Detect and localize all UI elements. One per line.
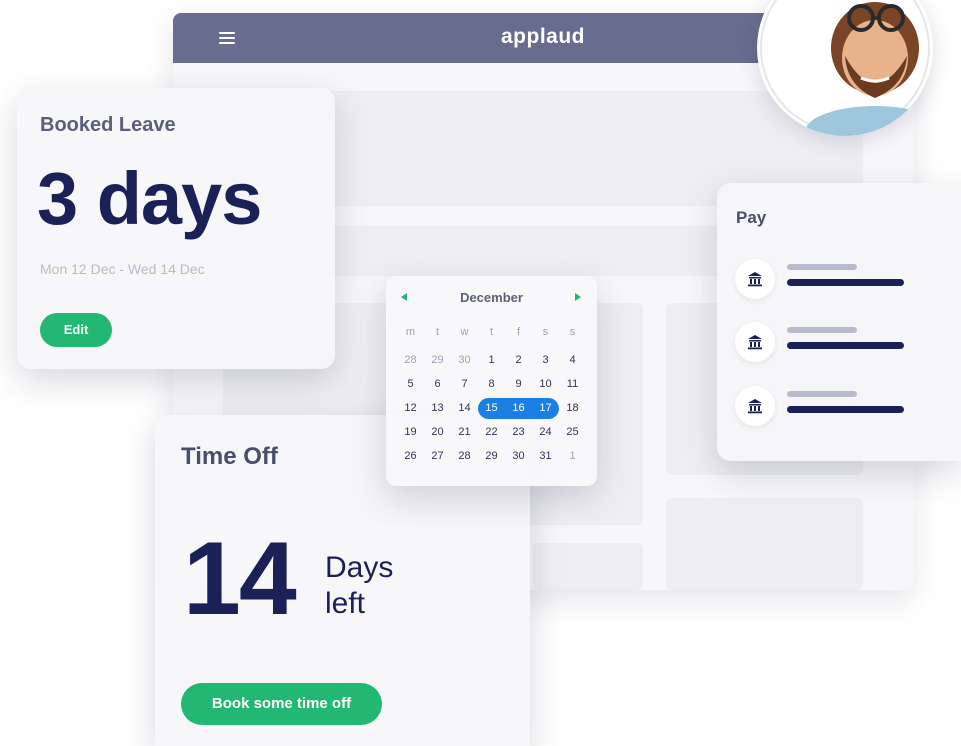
booked-leave-value: 3 days [37,157,262,240]
bank-icon [735,259,775,299]
calendar-day[interactable]: 6 [424,378,451,390]
calendar-day[interactable]: 12 [397,402,424,414]
calendar-day[interactable]: 29 [478,450,505,462]
calendar-day[interactable]: 25 [559,426,586,438]
calendar-day[interactable]: 16 [505,402,532,414]
booked-leave-date-range: Mon 12 Dec - Wed 14 Dec [40,261,205,277]
calendar-day[interactable]: 1 [559,450,586,462]
pay-line-label [787,391,857,397]
pay-line-label [787,327,857,333]
weekday-header: m [405,326,416,338]
weekday-header: s [542,326,549,338]
time-off-title: Time Off [181,443,278,470]
pay-row[interactable] [735,259,955,301]
calendar-day[interactable]: 21 [451,426,478,438]
placeholder-panel [666,498,863,590]
days-left-number: 14 [183,521,297,637]
placeholder-panel [533,543,643,590]
calendar-day[interactable]: 31 [532,450,559,462]
calendar-day[interactable]: 8 [478,378,505,390]
calendar-day[interactable]: 5 [397,378,424,390]
pay-card: Pay [717,183,961,461]
calendar-day[interactable]: 30 [505,450,532,462]
calendar-day[interactable]: 13 [424,402,451,414]
booked-leave-card: Booked Leave 3 days Mon 12 Dec - Wed 14 … [17,88,335,369]
calendar-day[interactable]: 27 [424,450,451,462]
calendar-day[interactable]: 7 [451,378,478,390]
weekday-header: s [569,326,576,338]
pay-line-label [787,264,857,270]
calendar-day[interactable]: 23 [505,426,532,438]
calendar-day[interactable]: 1 [478,354,505,366]
weekday-headers: m t w t f s s [397,326,587,340]
calendar-day[interactable]: 2 [505,354,532,366]
calendar-day[interactable]: 19 [397,426,424,438]
days-left-label: Days [325,551,394,584]
bank-icon [735,386,775,426]
booked-leave-title: Booked Leave [40,114,176,136]
pay-row[interactable] [735,386,955,428]
weekday-header: w [460,326,469,338]
pay-title: Pay [736,208,767,227]
calendar-widget: December m t w t f s s 28 29 30 1 2 3 4 5 6 7 8 9 10… [386,276,597,486]
calendar-day[interactable]: 20 [424,426,451,438]
calendar-day[interactable]: 10 [532,378,559,390]
book-time-off-button[interactable]: Book some time off [181,683,382,725]
calendar-day[interactable]: 26 [397,450,424,462]
calendar-day[interactable]: 11 [559,378,586,390]
weekday-header: f [516,326,521,338]
calendar-grid: 28 29 30 1 2 3 4 5 6 7 8 9 10 11 12 13 14 15 16 17 18 19 20 21 2… [397,354,587,474]
edit-button[interactable]: Edit [40,313,112,347]
weekday-header: t [489,326,494,338]
bank-icon [735,322,775,362]
calendar-day[interactable]: 28 [397,354,424,366]
calendar-day[interactable]: 29 [424,354,451,366]
calendar-day[interactable]: 17 [532,402,559,414]
weekday-header: t [435,326,440,338]
calendar-day[interactable]: 30 [451,354,478,366]
pay-row[interactable] [735,322,955,364]
calendar-day[interactable]: 18 [559,402,586,414]
calendar-day[interactable]: 9 [505,378,532,390]
calendar-day[interactable]: 15 [478,402,505,414]
days-left-label-2: left [325,587,366,620]
calendar-month: December [460,290,523,305]
calendar-day[interactable]: 4 [559,354,586,366]
pay-line-value [787,342,904,349]
calendar-day[interactable]: 3 [532,354,559,366]
calendar-day[interactable]: 14 [451,402,478,414]
pay-line-value [787,406,904,413]
pay-line-value [787,279,904,286]
calendar-day[interactable]: 24 [532,426,559,438]
calendar-day[interactable]: 22 [478,426,505,438]
triangle-right-icon[interactable] [575,293,581,301]
calendar-day[interactable]: 28 [451,450,478,462]
